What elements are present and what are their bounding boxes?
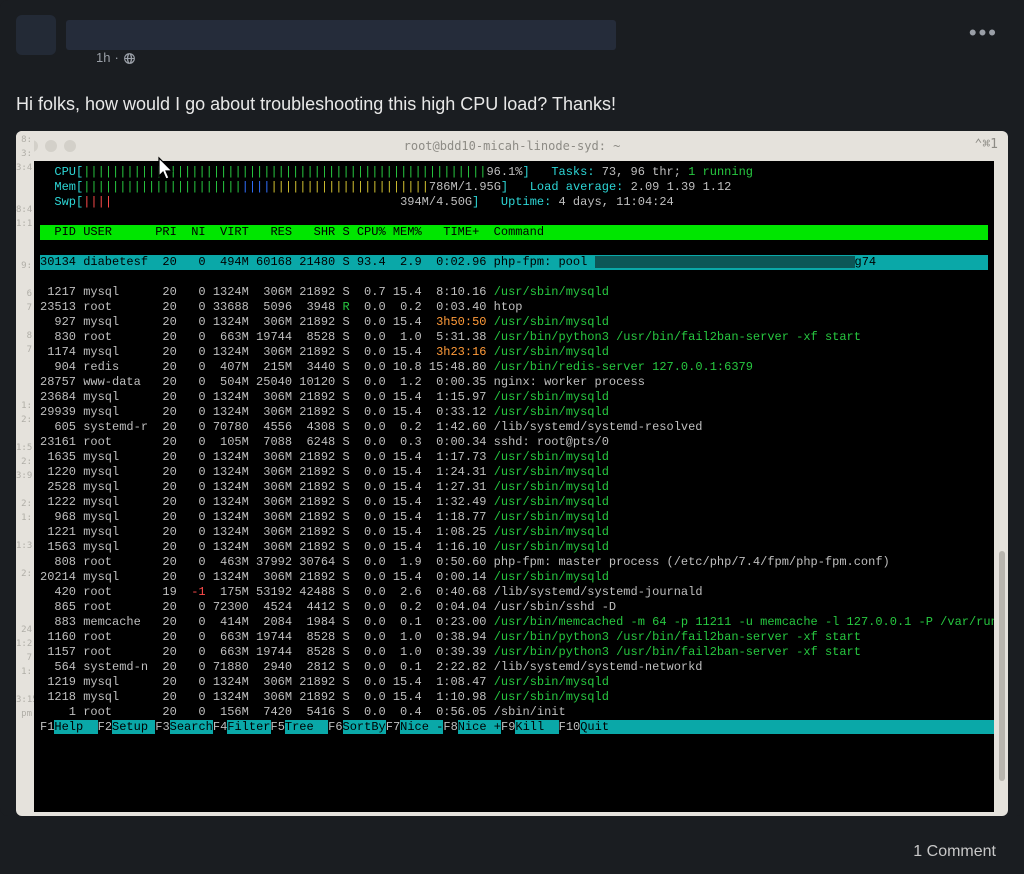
post-meta: 1h · <box>96 50 136 65</box>
post-text: Hi folks, how would I go about troublesh… <box>16 90 1008 127</box>
globe-icon <box>123 50 136 65</box>
post-header: ••• <box>16 10 1008 60</box>
scrollbar-thumb[interactable] <box>999 551 1005 781</box>
more-options-button[interactable]: ••• <box>969 20 998 46</box>
terminal-shortcut-hint: ⌃⌘1 <box>975 137 998 152</box>
comments-link[interactable]: 1 Comment <box>913 843 996 861</box>
avatar[interactable] <box>16 15 56 55</box>
cropped-left-edge: 8:3:3:4 8:41:1 9: 67 87 1:2: 1:52:3:9 2:… <box>16 131 34 792</box>
terminal-titlebar: root@bdd10-micah-linode-syd: ~ ⌃⌘1 <box>16 131 1008 161</box>
htop-output: CPU[||||||||||||||||||||||||||||||||||||… <box>34 161 994 812</box>
post-footer: 1 Comment <box>0 830 1024 874</box>
terminal-title: root@bdd10-micah-linode-syd: ~ <box>16 139 1008 153</box>
post-timestamp[interactable]: 1h <box>96 50 110 65</box>
terminal-screenshot: root@bdd10-micah-linode-syd: ~ ⌃⌘1 8:3:3… <box>16 131 1008 816</box>
author-name-redacted <box>66 20 616 50</box>
post-container: ••• 1h · Hi folks, how would I go about … <box>0 0 1024 816</box>
scrollbar-gutter <box>994 161 1008 792</box>
